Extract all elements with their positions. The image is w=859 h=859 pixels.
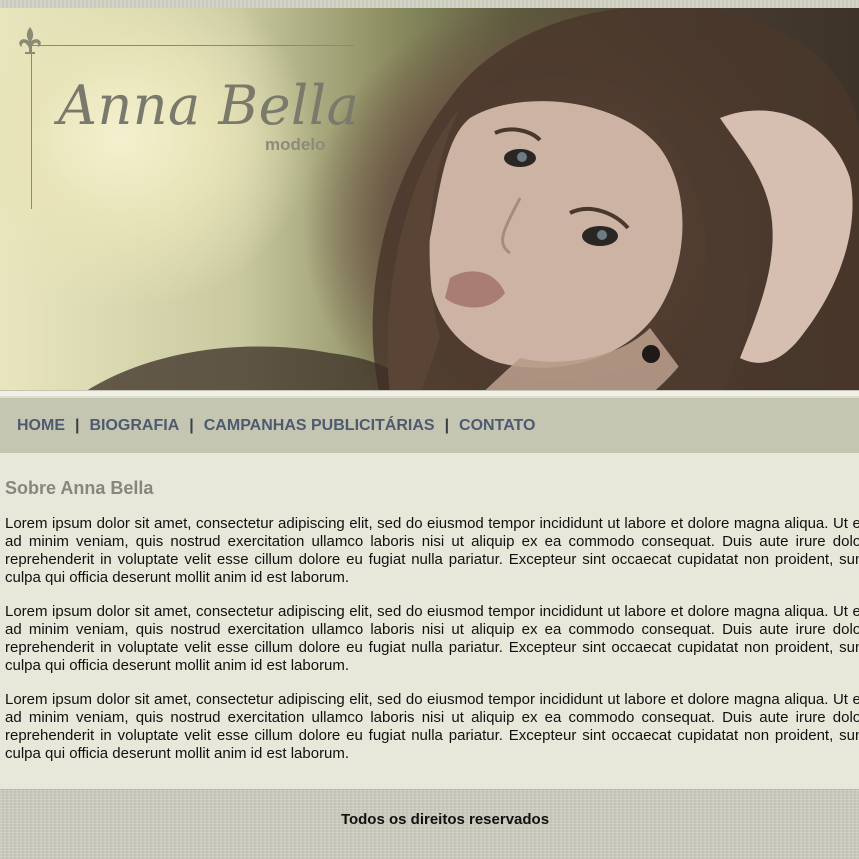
site-logo-name: Anna Bella (58, 74, 360, 137)
main-content: Sobre Anna Bella Lorem ipsum dolor sit a… (0, 453, 859, 789)
paragraph: Lorem ipsum dolor sit amet, consectetur … (5, 691, 859, 762)
nav-separator: | (189, 416, 194, 434)
section-heading: Sobre Anna Bella (5, 478, 154, 498)
top-strip (0, 0, 859, 8)
nav-separator: | (444, 416, 450, 434)
model-photo (80, 8, 859, 395)
main-nav: HOME | BIOGRAFIA | CAMPANHAS PUBLICITÁRI… (0, 398, 859, 453)
logo-frame-line-vertical (31, 45, 32, 209)
logo-frame-line-horizontal (31, 45, 354, 46)
nav-contato-link[interactable]: CONTATO (459, 417, 535, 435)
page: Anna Bella modelo HOME | BIOGRAFIA | CAM… (0, 0, 859, 859)
nav-separator: | (75, 416, 80, 434)
site-logo-subtitle: modelo (265, 135, 326, 154)
fleur-de-lis-icon (19, 27, 41, 54)
paragraph: Lorem ipsum dolor sit amet, consectetur … (5, 515, 859, 586)
paragraph: Lorem ipsum dolor sit amet, consectetur … (5, 603, 859, 674)
nav-home-link[interactable]: HOME (17, 417, 65, 435)
banner-divider (0, 390, 859, 396)
nav-campanhas-link[interactable]: CAMPANHAS PUBLICITÁRIAS (204, 417, 435, 435)
nav-biografia-link[interactable]: BIOGRAFIA (89, 417, 179, 435)
footer-copyright: Todos os direitos reservados (340, 811, 550, 828)
footer: Todos os direitos reservados (0, 789, 859, 859)
